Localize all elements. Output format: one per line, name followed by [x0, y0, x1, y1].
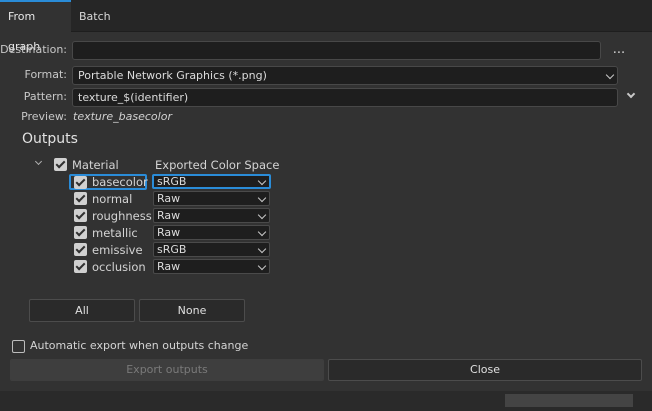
chevron-down-icon	[626, 89, 636, 99]
color-space-value: Raw	[157, 192, 181, 205]
color-space-dropdown[interactable]: sRGB	[153, 242, 270, 257]
color-space-dropdown[interactable]: Raw	[153, 191, 270, 206]
output-checkbox[interactable]	[74, 243, 87, 256]
format-value: Portable Network Graphics (*.png)	[78, 69, 267, 82]
output-label: normal	[92, 192, 133, 206]
output-label: basecolor	[92, 175, 148, 189]
output-label: occlusion	[92, 260, 146, 274]
chevron-down-icon	[257, 176, 267, 186]
auto-export-checkbox[interactable]	[12, 340, 25, 353]
output-checkbox[interactable]	[74, 192, 87, 205]
chevron-down-icon	[257, 210, 267, 220]
tab-from-graph[interactable]: From graph	[0, 0, 71, 53]
close-button[interactable]: Close	[328, 359, 642, 381]
tab-batch[interactable]: Batch	[71, 0, 115, 32]
output-checkbox[interactable]	[74, 209, 87, 222]
chevron-down-icon	[257, 244, 267, 254]
select-none-button[interactable]: None	[139, 299, 245, 322]
tab-bar: From graph Batch	[0, 0, 652, 53]
output-label: roughness	[92, 209, 152, 223]
output-checkbox[interactable]	[74, 226, 87, 239]
format-dropdown[interactable]: Portable Network Graphics (*.png)	[72, 66, 618, 85]
destination-field[interactable]	[72, 41, 601, 60]
color-space-value: Raw	[157, 226, 181, 239]
output-row-basecolor[interactable]: basecolor	[69, 174, 148, 190]
format-label: Format:	[24, 68, 67, 81]
browse-button[interactable]: ...	[607, 40, 631, 60]
output-checkbox[interactable]	[74, 176, 87, 189]
chevron-down-icon	[257, 227, 267, 237]
color-space-header: Exported Color Space	[155, 158, 280, 172]
pattern-label: Pattern:	[23, 90, 67, 103]
chevron-down-icon	[257, 261, 267, 271]
progress-bar	[505, 394, 633, 407]
destination-label: Destination:	[0, 43, 67, 56]
color-space-value: Raw	[157, 209, 181, 222]
color-space-dropdown[interactable]: sRGB	[152, 174, 271, 189]
color-space-dropdown[interactable]: Raw	[153, 225, 270, 240]
preview-label: Preview:	[21, 110, 67, 123]
output-label: emissive	[92, 243, 143, 257]
color-space-value: sRGB	[157, 243, 187, 256]
color-space-dropdown[interactable]: Raw	[153, 259, 270, 274]
auto-export-label: Automatic export when outputs change	[30, 339, 249, 352]
outputs-heading: Outputs	[22, 131, 78, 147]
expand-chevron-icon[interactable]	[34, 157, 43, 166]
material-label: Material	[72, 158, 119, 172]
color-space-value: sRGB	[157, 175, 187, 188]
material-checkbox[interactable]	[54, 158, 67, 171]
color-space-dropdown[interactable]: Raw	[153, 208, 270, 223]
status-bar	[0, 391, 652, 411]
select-all-button[interactable]: All	[29, 299, 135, 322]
pattern-options-button[interactable]	[622, 88, 642, 106]
preview-value: texture_basecolor	[73, 110, 172, 123]
pattern-field[interactable]: texture_$(identifier)	[72, 88, 618, 107]
output-checkbox[interactable]	[74, 260, 87, 273]
chevron-down-icon	[605, 70, 615, 80]
export-outputs-button[interactable]: Export outputs	[10, 359, 324, 381]
chevron-down-icon	[257, 193, 267, 203]
output-label: metallic	[92, 226, 138, 240]
color-space-value: Raw	[157, 260, 181, 273]
